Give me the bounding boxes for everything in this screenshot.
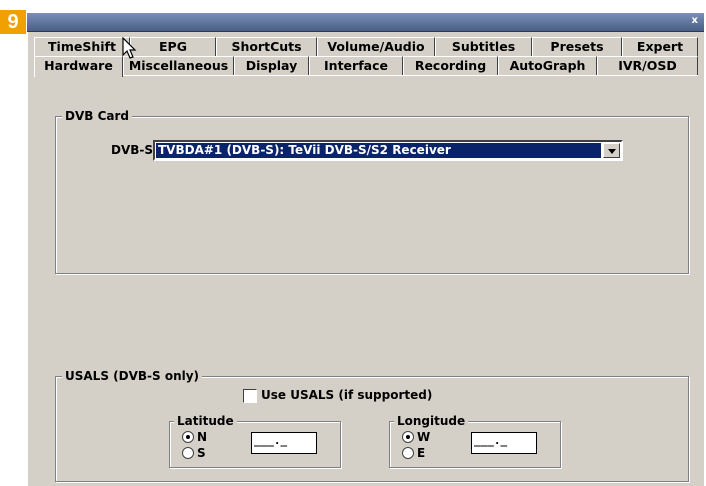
- latitude-south-label: S: [197, 446, 206, 460]
- longitude-west-label: W: [417, 430, 431, 444]
- usals-group: USALS (DVB-S only) Use USALS (if support…: [55, 368, 689, 482]
- step-badge: 9: [0, 10, 26, 34]
- mouse-pointer-icon: [122, 37, 137, 59]
- tab-expert[interactable]: Expert: [622, 37, 698, 56]
- tab-hardware[interactable]: Hardware: [34, 56, 123, 77]
- dvb-card-title: DVB Card: [62, 108, 132, 124]
- tab-epg[interactable]: EPG: [130, 37, 216, 56]
- longitude-east-label: E: [417, 446, 426, 460]
- use-usals-checkbox[interactable]: [243, 389, 257, 403]
- longitude-east-radio[interactable]: [402, 447, 414, 459]
- title-bar: x: [27, 13, 704, 32]
- longitude-input[interactable]: ___._: [471, 432, 537, 454]
- tab-panel-edge: [34, 75, 698, 76]
- dvbs-label: DVB-S: [111, 143, 154, 157]
- longitude-west-radio[interactable]: [402, 431, 414, 443]
- latitude-group: Latitude N S ___._: [169, 413, 341, 468]
- dvbs-selected-value: TVBDA#1 (DVB-S): TeVii DVB-S/S2 Receiver: [156, 143, 601, 158]
- close-icon[interactable]: x: [692, 15, 698, 27]
- latitude-north-label: N: [197, 430, 208, 444]
- tab-presets[interactable]: Presets: [532, 37, 622, 56]
- settings-dialog: TimeShift EPG ShortCuts Volume/Audio Sub…: [27, 32, 704, 486]
- dvbs-device-select[interactable]: TVBDA#1 (DVB-S): TeVii DVB-S/S2 Receiver: [153, 140, 623, 161]
- use-usals-label: Use USALS (if supported): [261, 388, 433, 402]
- tab-volume-audio[interactable]: Volume/Audio: [317, 37, 435, 56]
- latitude-input[interactable]: ___._: [251, 432, 317, 454]
- tab-timeshift[interactable]: TimeShift: [34, 37, 130, 56]
- latitude-north-radio[interactable]: [182, 431, 194, 443]
- usals-title: USALS (DVB-S only): [62, 368, 203, 384]
- tab-shortcuts[interactable]: ShortCuts: [216, 37, 317, 56]
- tab-display[interactable]: Display: [234, 56, 309, 75]
- latitude-south-radio[interactable]: [182, 447, 194, 459]
- dvb-card-group: DVB Card DVB-S TVBDA#1 (DVB-S): TeVii DV…: [55, 108, 689, 274]
- tab-subtitles[interactable]: Subtitles: [435, 37, 532, 56]
- longitude-group: Longitude W E ___._: [389, 413, 561, 468]
- tab-recording[interactable]: Recording: [403, 56, 498, 75]
- latitude-title: Latitude: [174, 413, 237, 429]
- dropdown-arrow-icon[interactable]: [603, 143, 620, 158]
- longitude-title: Longitude: [394, 413, 469, 429]
- tab-ivr-osd[interactable]: IVR/OSD: [597, 56, 698, 75]
- tab-miscellaneous[interactable]: Miscellaneous: [123, 56, 234, 75]
- tab-autograph[interactable]: AutoGraph: [498, 56, 597, 75]
- tab-interface[interactable]: Interface: [309, 56, 403, 75]
